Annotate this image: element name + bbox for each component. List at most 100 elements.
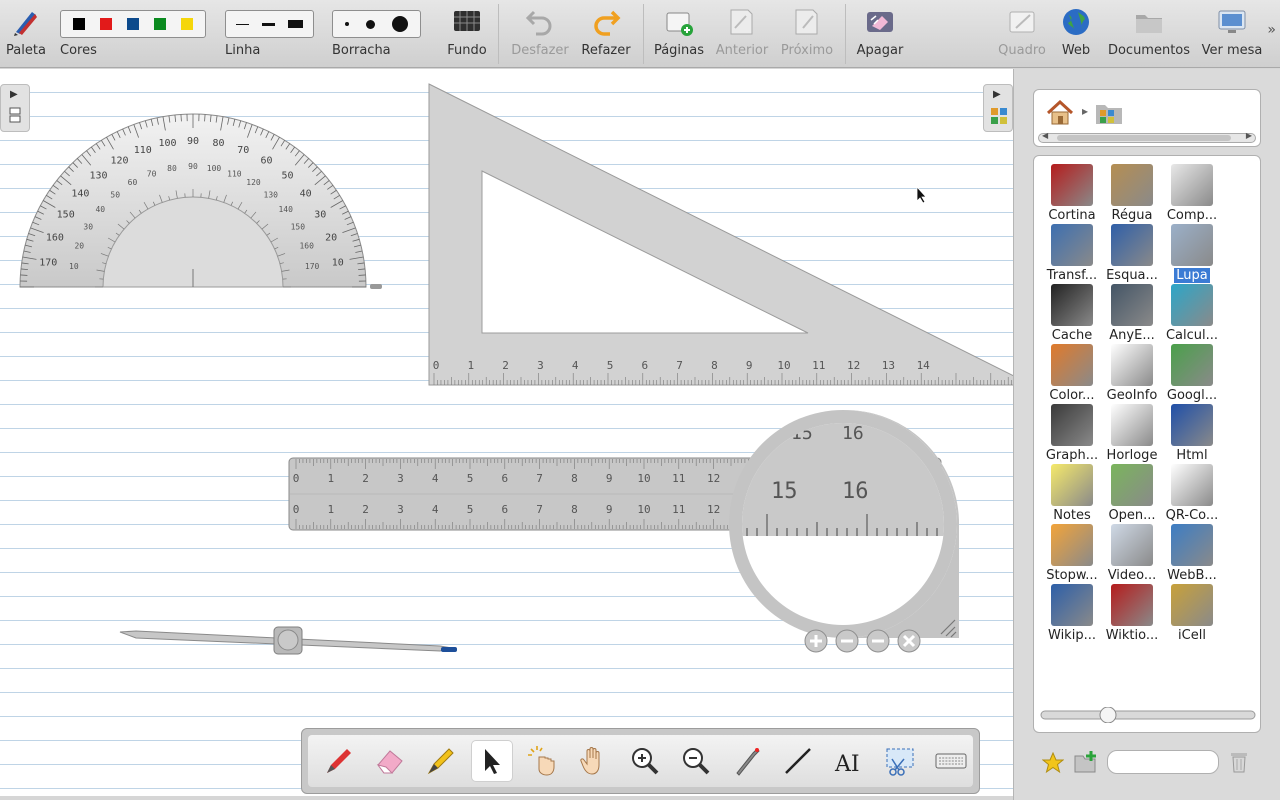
hand-tool-button[interactable]: [574, 741, 614, 781]
virtual-keyboard-button[interactable]: [931, 741, 971, 781]
library-item-icell[interactable]: iCell: [1162, 584, 1222, 644]
scroll-left-icon[interactable]: ◀: [1042, 131, 1048, 140]
magnified-top-label: 16: [842, 423, 864, 444]
documents-mode-button[interactable]: Documentos: [1105, 0, 1193, 68]
palette-icon: [14, 12, 37, 36]
protractor-outer-label: 10: [332, 257, 344, 268]
palette-button[interactable]: Paleta: [0, 0, 52, 68]
protractor-inner-label: 80: [167, 164, 177, 173]
line-thick-option[interactable]: [287, 20, 303, 28]
library-item-video[interactable]: Video...: [1102, 524, 1162, 584]
magnifier-zoom-in-icon[interactable]: [804, 629, 828, 653]
zoom-in-tool-button[interactable]: [625, 741, 665, 781]
redo-button[interactable]: Refazer: [578, 0, 634, 68]
capture-tool-button[interactable]: [880, 741, 920, 781]
erase-board-button[interactable]: Apagar: [852, 0, 908, 68]
protractor-outer-label: 40: [300, 189, 312, 200]
magnifier-tool[interactable]: 15 16 15 16: [729, 410, 965, 655]
library-item-world-map[interactable]: GeoInfo: [1102, 344, 1162, 404]
library-item-curtain[interactable]: Cortina: [1042, 164, 1102, 224]
stylus-palette: AI: [301, 728, 980, 794]
cache-icon: [1051, 284, 1093, 326]
library-item-any-embed[interactable]: AnyE...: [1102, 284, 1162, 344]
breadcrumb-scrollbar[interactable]: ◀ ▶: [1038, 131, 1256, 143]
library-item-calculator[interactable]: Calcul...: [1162, 284, 1222, 344]
color-red-swatch[interactable]: [99, 18, 112, 30]
eraser-medium-option[interactable]: [365, 19, 375, 29]
compass-icon: [1171, 164, 1213, 206]
undo-button[interactable]: Desfazer: [508, 0, 572, 68]
zoom-out-tool-button[interactable]: [676, 741, 716, 781]
library-item-clock[interactable]: Horloge: [1102, 404, 1162, 464]
toolbar-more-chevron[interactable]: »: [1267, 22, 1276, 38]
color-yellow-swatch[interactable]: [181, 18, 194, 30]
library-item-stopwatch[interactable]: Stopw...: [1042, 524, 1102, 584]
library-item-google-maps[interactable]: Googl...: [1162, 344, 1222, 404]
next-page-button[interactable]: Próximo: [778, 0, 836, 68]
library-item-compass[interactable]: Comp...: [1162, 164, 1222, 224]
background-grid-icon: [454, 11, 480, 31]
set-square-label: 3: [537, 359, 544, 372]
thumbnail-size-slider[interactable]: [1040, 707, 1256, 723]
marker-tool-button[interactable]: [421, 741, 461, 781]
trash-icon[interactable]: [1229, 750, 1249, 774]
library-item-set-square[interactable]: Esqua...: [1102, 224, 1162, 284]
scrollbar-thumb[interactable]: [1057, 135, 1231, 141]
previous-page-button[interactable]: Anterior: [714, 0, 770, 68]
magnifier-close-icon[interactable]: [897, 629, 921, 653]
library-item-protractor[interactable]: Transf...: [1042, 224, 1102, 284]
library-item-cache[interactable]: Cache: [1042, 284, 1102, 344]
library-item-notes[interactable]: Notes: [1042, 464, 1102, 524]
library-item-label: Régua: [1111, 208, 1153, 223]
protractor-rotate-handle[interactable]: [370, 284, 382, 289]
eraser-small-option[interactable]: [345, 22, 350, 26]
magnifier-zoom-out-icon[interactable]: [835, 629, 859, 653]
show-desktop-button[interactable]: Ver mesa: [1198, 0, 1266, 68]
library-item-color-picker[interactable]: Color...: [1042, 344, 1102, 404]
laser-pointer-tool-button[interactable]: [727, 741, 767, 781]
apps-folder-icon[interactable]: [1094, 100, 1124, 126]
compass-tool[interactable]: [118, 622, 460, 658]
protractor-tool[interactable]: 170160150140130120110100 90 80706050403020…: [15, 109, 385, 294]
library-item-open-search[interactable]: Open...: [1102, 464, 1162, 524]
board-mode-button[interactable]: Quadro: [994, 0, 1050, 68]
library-item-wiktionary[interactable]: Wiktio...: [1102, 584, 1162, 644]
library-search-input[interactable]: [1107, 750, 1219, 774]
background-button[interactable]: Fundo: [442, 0, 492, 68]
pages-button[interactable]: Páginas: [652, 0, 706, 68]
drawing-board[interactable]: ▶ ▶ 170 160 150 140 130 120 110 100 90 80 70 60 50 40…: [0, 69, 1013, 796]
new-folder-icon[interactable]: [1074, 750, 1100, 774]
pages-label: Páginas: [653, 43, 705, 58]
color-green-swatch[interactable]: [154, 18, 167, 30]
selector-tool-button[interactable]: [472, 741, 512, 781]
library-item-wikipedia[interactable]: Wikip...: [1042, 584, 1102, 644]
color-blue-swatch[interactable]: [126, 18, 139, 30]
library-item-ruler[interactable]: Régua: [1102, 164, 1162, 224]
line-thin-option[interactable]: [236, 23, 250, 25]
library-item-html[interactable]: Html: [1162, 404, 1222, 464]
library-bottom-tools: [1014, 744, 1280, 784]
library-item-label: Notes: [1053, 508, 1091, 523]
line-medium-option[interactable]: [261, 22, 275, 26]
library-item-qr-code[interactable]: QR-Co...: [1162, 464, 1222, 524]
magnifier-shrink-icon[interactable]: [866, 629, 890, 653]
interact-tool-button[interactable]: [523, 741, 563, 781]
line-tool-button[interactable]: [778, 741, 818, 781]
library-item-web-browser[interactable]: WebB...: [1162, 524, 1222, 584]
library-item-graph[interactable]: Graph...: [1042, 404, 1102, 464]
pen-tool-button[interactable]: [319, 741, 359, 781]
web-mode-button[interactable]: Web: [1056, 0, 1096, 68]
mouse-cursor-icon: [916, 186, 927, 204]
protractor-outer-label: 150: [57, 210, 75, 221]
eraser-tool-button[interactable]: [370, 741, 410, 781]
library-item-magnifier[interactable]: Lupa: [1162, 224, 1222, 284]
ruler-bottom-label: 6: [501, 503, 508, 516]
favorite-star-icon[interactable]: [1042, 752, 1064, 774]
eraser-large-option[interactable]: [391, 16, 408, 32]
home-icon[interactable]: [1046, 100, 1074, 126]
slider-knob[interactable]: [1099, 707, 1117, 723]
text-tool-button[interactable]: AI: [829, 741, 869, 781]
color-black-swatch[interactable]: [72, 18, 85, 30]
set-square-tool[interactable]: 0 1 2 3 4 5 6 7 8 9 10 11 12 13 14: [428, 83, 1013, 387]
scroll-right-icon[interactable]: ▶: [1246, 131, 1252, 140]
